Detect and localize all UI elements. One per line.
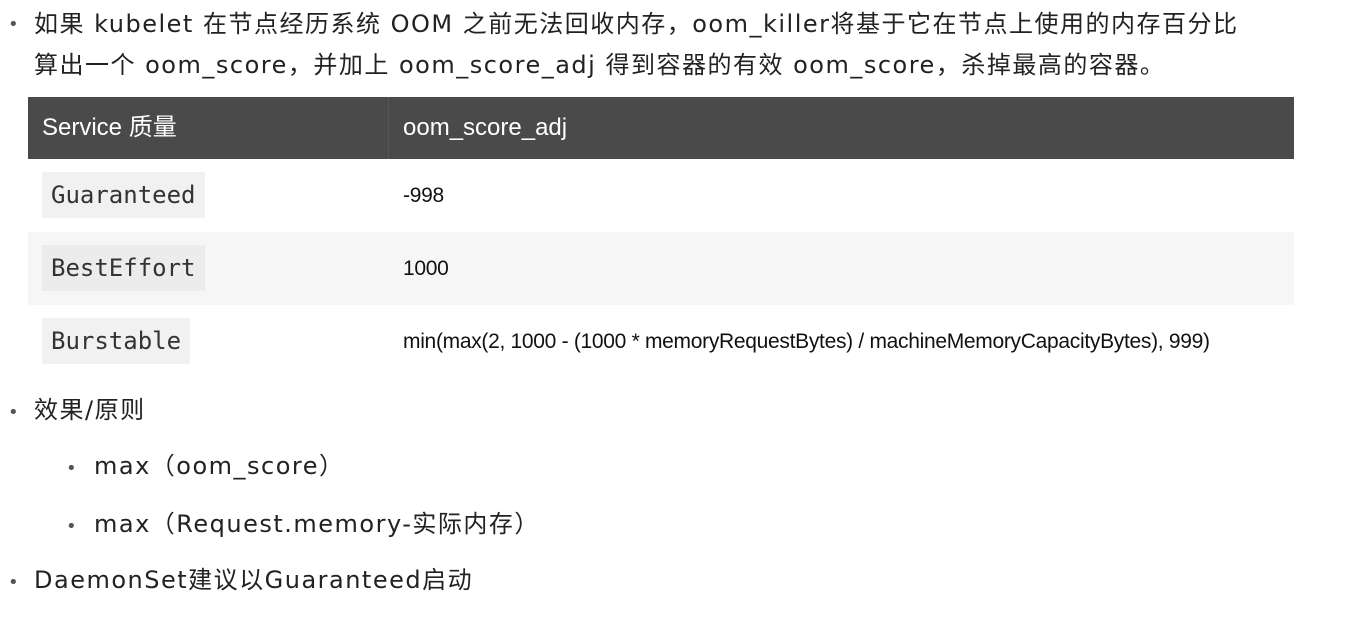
- bullet-marker: •: [8, 572, 19, 593]
- sub-bullet-marker: •: [66, 516, 77, 537]
- intro-text-line-1: 如果 kubelet 在节点经历系统 OOM 之前无法回收内存，oom_kill…: [34, 10, 1239, 38]
- header-divider: [388, 97, 389, 159]
- sub-bullet-max-request-memory: max（Request.memory-实际内存）: [94, 510, 540, 538]
- daemonset-guaranteed-text: DaemonSet建议以Guaranteed启动: [34, 566, 474, 594]
- table-row: Burstable min(max(2, 1000 - (1000 * memo…: [28, 305, 1294, 378]
- qos-class-code: BestEffort: [42, 245, 205, 291]
- table-header-oom-score-adj: oom_score_adj: [403, 114, 568, 141]
- qos-class-code: Burstable: [42, 318, 191, 364]
- sub-bullet-max-oom-score: max（oom_score）: [94, 452, 345, 480]
- table-row: BestEffort 1000: [28, 232, 1294, 305]
- table-row: Guaranteed -998: [28, 159, 1294, 232]
- oom-score-adj-value: -998: [403, 184, 444, 207]
- table-header-row: Service 质量 oom_score_adj: [28, 97, 1294, 159]
- intro-text-line-2: 算出一个 oom_score，并加上 oom_score_adj 得到容器的有效…: [34, 51, 1166, 79]
- oom-score-adj-value: 1000: [403, 257, 449, 280]
- bullet-marker: •: [8, 402, 19, 423]
- qos-class-code: Guaranteed: [42, 172, 205, 218]
- effect-principle-text: 效果/原则: [34, 396, 146, 424]
- table-header-qos: Service 质量: [42, 114, 177, 141]
- oom-score-adj-value: min(max(2, 1000 - (1000 * memoryRequestB…: [403, 330, 1210, 353]
- bullet-marker: •: [8, 14, 19, 35]
- sub-bullet-marker: •: [66, 458, 77, 479]
- qos-oom-table: Service 质量 oom_score_adj Guaranteed -998…: [28, 97, 1294, 378]
